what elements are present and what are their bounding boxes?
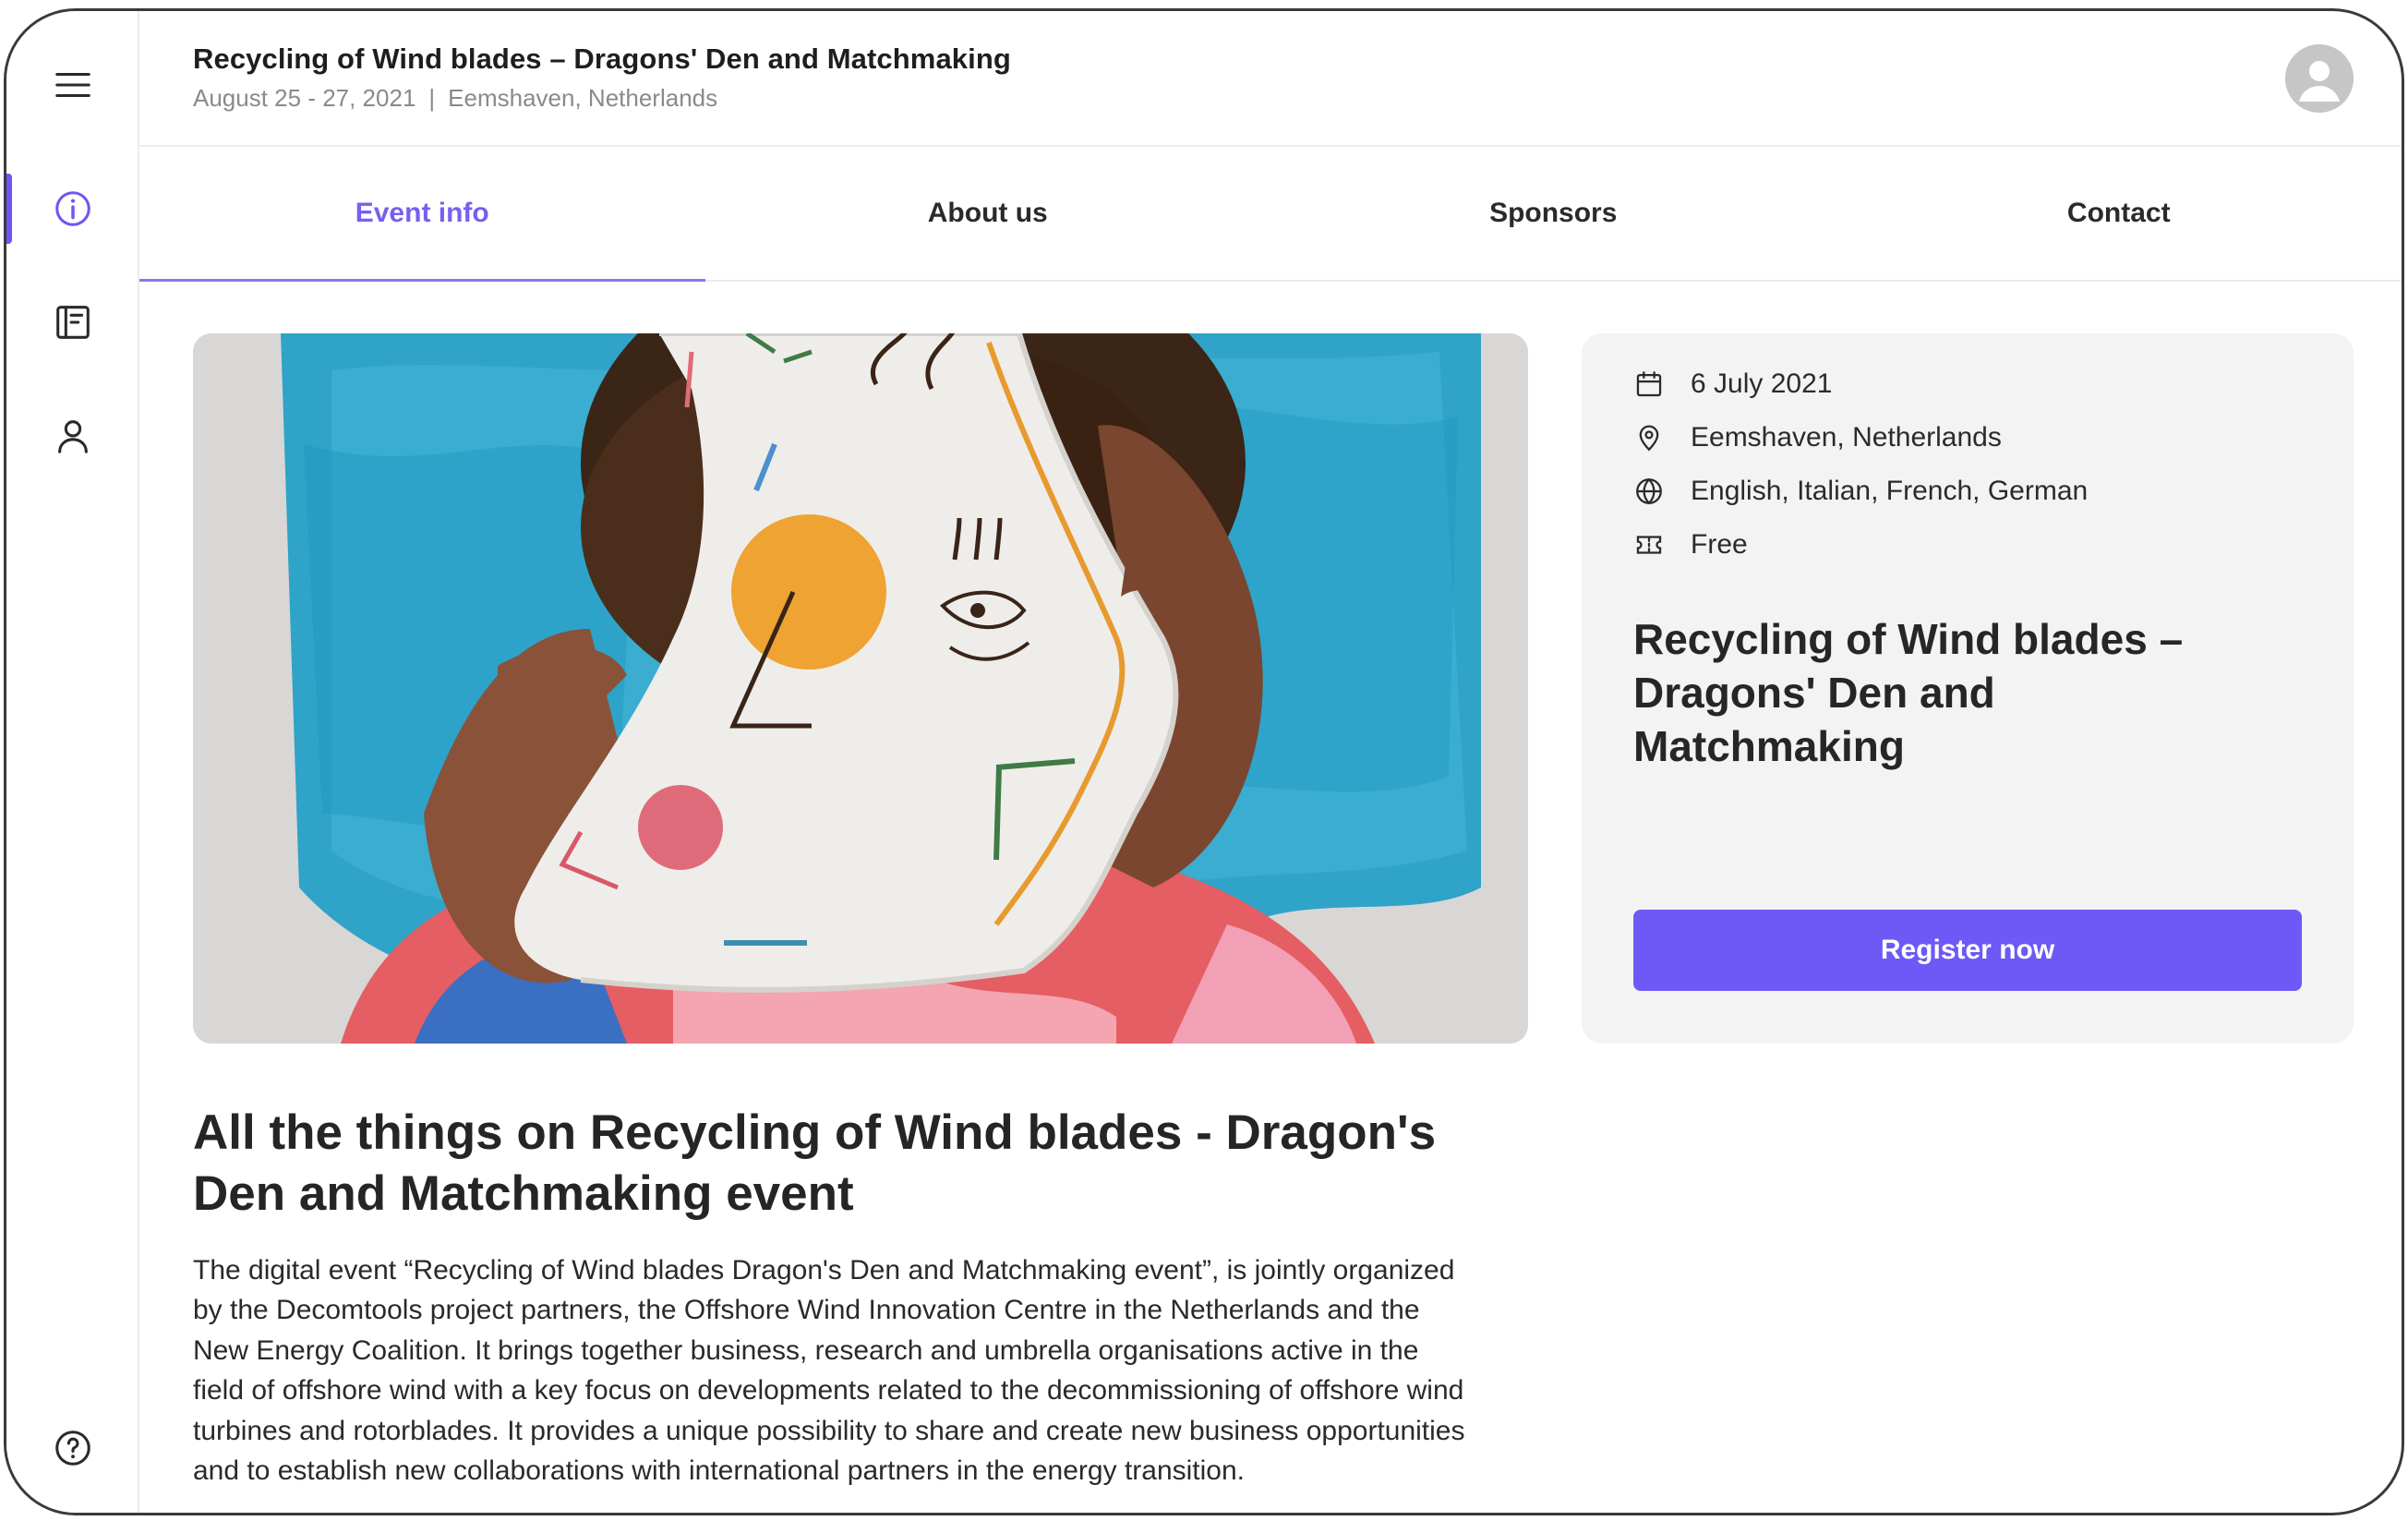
event-date: 6 July 2021 [1691, 368, 1833, 399]
event-date-row: 6 July 2021 [1633, 368, 1832, 400]
event-location-row: Eemshaven, Netherlands [1633, 422, 2002, 453]
notebook-icon [56, 306, 90, 339]
event-dates: August 25 - 27, 2021 [193, 84, 416, 112]
sidebar [6, 11, 139, 1513]
globe-icon [1636, 477, 1662, 505]
subtitle-separator: | [428, 84, 436, 112]
article-title: All the things on Recycling of Wind blad… [193, 1105, 1437, 1221]
event-location: Eemshaven, Netherlands [448, 84, 718, 112]
card-event-title: Recycling of Wind blades – Dragons' Den … [1633, 615, 2184, 770]
sidebar-item-agenda[interactable] [6, 284, 139, 361]
sidebar-item-event-info[interactable] [6, 170, 139, 247]
menu-button[interactable] [6, 46, 139, 124]
register-button[interactable]: Register now [1633, 910, 2302, 991]
avatar[interactable] [2285, 44, 2354, 113]
sidebar-item-profile[interactable] [6, 397, 139, 475]
event-header: Recycling of Wind blades – Dragons' Den … [139, 11, 2402, 147]
map-pin-icon [1639, 425, 1659, 452]
tab-event-info[interactable]: Event info [139, 147, 705, 282]
event-price: Free [1691, 529, 1748, 560]
event-hero-image [193, 333, 1528, 1044]
tab-bar: Event info About us Sponsors Contact [139, 147, 2402, 282]
app-window: Recycling of Wind blades – Dragons' Den … [4, 8, 2404, 1515]
event-price-row: Free [1633, 529, 1748, 561]
avatar-placeholder-icon [2285, 44, 2354, 113]
user-icon [58, 420, 88, 453]
tab-about-us[interactable]: About us [705, 147, 1271, 280]
event-languages: English, Italian, French, German [1691, 476, 2089, 506]
ticket-icon [1636, 536, 1662, 554]
article-body: The digital event “Recycling of Wind bla… [193, 1255, 1465, 1487]
card-location: Eemshaven, Netherlands [1691, 422, 2002, 453]
tab-contact[interactable]: Contact [1836, 147, 2402, 280]
event-info-card: 6 July 2021 Eemshaven, Netherlands Engli… [1582, 333, 2354, 1044]
event-languages-row: English, Italian, French, German [1633, 476, 2088, 507]
hero-photo-illustration [193, 333, 1528, 1044]
event-subtitle: August 25 - 27, 2021 | Eemshaven, Netherla… [193, 84, 717, 113]
sidebar-item-help[interactable] [6, 1409, 139, 1487]
tab-sponsors[interactable]: Sponsors [1270, 147, 1836, 280]
event-title: Recycling of Wind blades – Dragons' Den … [193, 42, 1011, 75]
info-icon [55, 191, 90, 226]
hamburger-menu-icon [55, 72, 90, 98]
help-icon [55, 1430, 90, 1466]
calendar-icon [1636, 371, 1662, 397]
